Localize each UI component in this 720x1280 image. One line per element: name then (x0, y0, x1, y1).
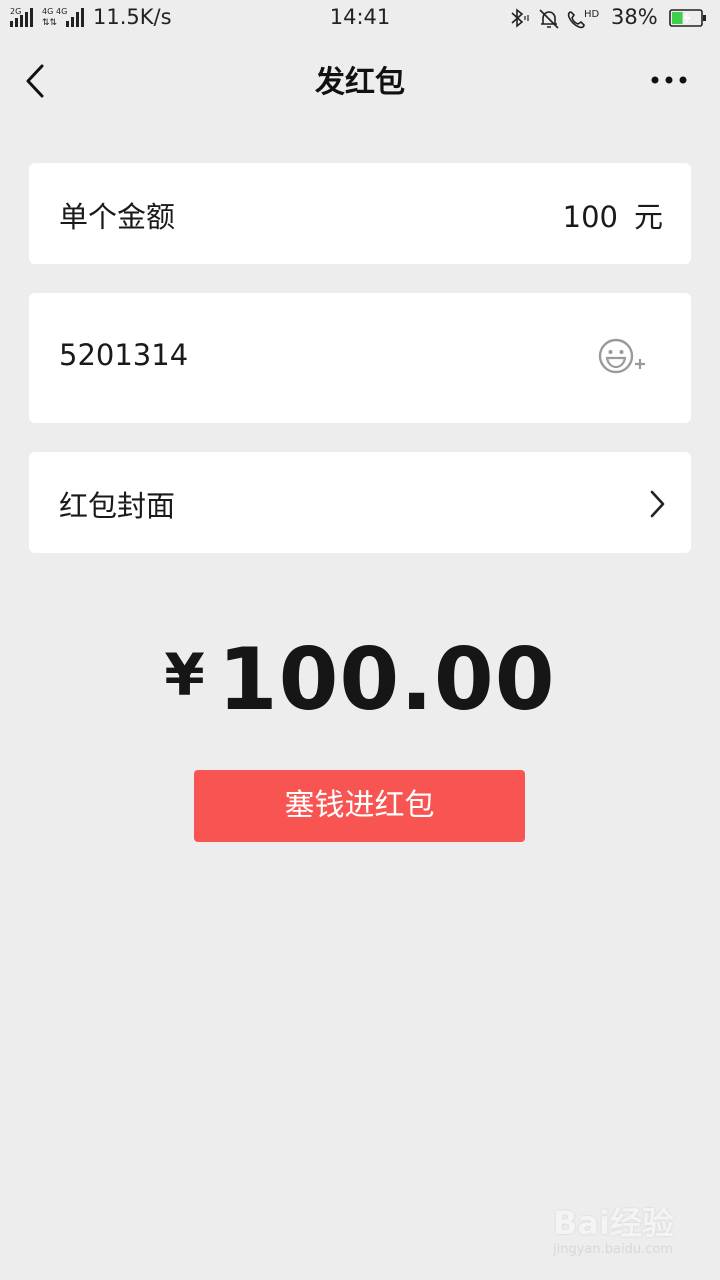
battery-percent: 38% (611, 5, 658, 29)
currency-symbol: ¥ (164, 641, 206, 709)
greeting-input[interactable] (59, 338, 579, 372)
watermark-url: jingyan.baidu.com (553, 1242, 673, 1257)
hd-label: HD (584, 9, 600, 20)
total-amount: ¥100.00 (0, 630, 720, 730)
battery-icon (669, 9, 706, 27)
cover-row[interactable]: 红包封面 (29, 452, 691, 553)
amount-label: 单个金额 (59, 200, 176, 234)
watermark-logo: Bai经验 (553, 1204, 674, 1242)
mute-bell-icon (539, 9, 559, 29)
amount-row[interactable]: 单个金额 100 元 (29, 163, 691, 264)
bluetooth-icon (511, 8, 529, 28)
total-value: 100.00 (217, 630, 556, 730)
amount-unit: 元 (633, 200, 663, 234)
message-row (29, 293, 691, 423)
amount-value: 100 (562, 200, 618, 234)
send-red-packet-button[interactable]: 塞钱进红包 (194, 770, 525, 842)
nav-bar: 发红包 (0, 40, 720, 120)
cover-label: 红包封面 (59, 489, 176, 523)
status-bar: 2G 4G 4G ⇅⇅ 11.5K/s 14:41 HD 38% (0, 0, 720, 36)
page-title: 发红包 (315, 65, 405, 100)
status-icons: HD (511, 8, 600, 29)
battery-fill (672, 12, 683, 24)
more-dots-icon[interactable] (646, 66, 692, 94)
emoji-add-icon[interactable] (597, 337, 647, 377)
baidu-watermark: Bai经验 jingyan.baidu.com (553, 1198, 703, 1264)
hd-call-icon (567, 11, 585, 29)
chevron-right-icon (650, 490, 665, 518)
amount-value-field[interactable]: 100 元 (563, 194, 663, 236)
